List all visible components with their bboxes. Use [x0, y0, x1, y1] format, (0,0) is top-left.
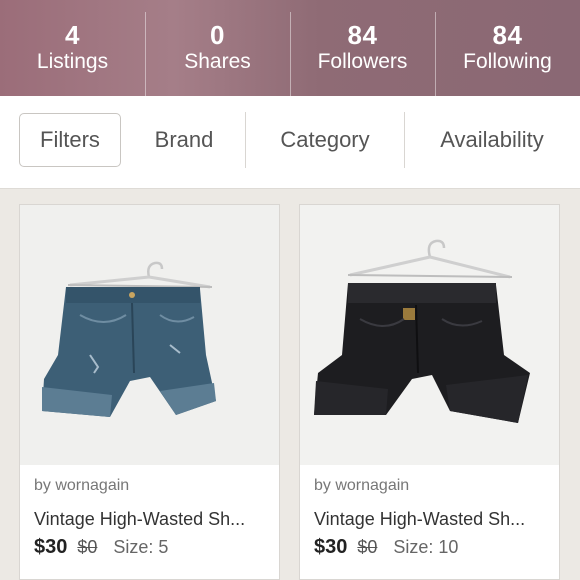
stat-label: Shares [184, 50, 251, 73]
listing-title[interactable]: Vintage High-Wasted Sh... [314, 509, 554, 530]
listing-original-price: $0 [357, 537, 378, 557]
listing-photo-black-denim-shorts[interactable] [300, 205, 559, 465]
stat-count: 4 [65, 20, 80, 50]
stat-following[interactable]: 84 Following [435, 0, 580, 96]
stat-count: 84 [347, 20, 378, 50]
listing-size: Size: 5 [113, 537, 169, 557]
listing-original-price: $0 [77, 537, 98, 557]
stat-label: Followers [317, 50, 408, 73]
stat-followers[interactable]: 84 Followers [290, 0, 435, 96]
black-denim-shorts-image [300, 205, 559, 465]
listing-title[interactable]: Vintage High-Wasted Sh... [34, 509, 274, 530]
listing-seller[interactable]: by wornagain [34, 477, 129, 495]
stat-listings[interactable]: 4 Listings [0, 0, 145, 96]
closet-stats-header: 4 Listings 0 Shares 84 Followers 84 Foll… [0, 0, 580, 96]
category-filter[interactable]: Category [246, 113, 404, 167]
listing-price: $30 [34, 536, 68, 558]
availability-filter[interactable]: Availability [404, 113, 580, 167]
stat-count: 84 [492, 20, 523, 50]
listing-card[interactable]: by wornagain Vintage High-Wasted Sh... $… [19, 204, 280, 580]
stat-label: Following [463, 50, 552, 73]
listing-photo-blue-denim-shorts[interactable] [20, 205, 279, 465]
listing-card[interactable]: by wornagain Vintage High-Wasted Sh... $… [299, 204, 560, 580]
listing-price: $30 [314, 536, 348, 558]
listing-seller[interactable]: by wornagain [314, 477, 409, 495]
stat-count: 0 [210, 20, 225, 50]
listing-price-row: $30 $0 Size: 10 [314, 536, 458, 562]
listing-size: Size: 10 [393, 537, 459, 557]
filter-bar: Filters Brand Category Availability [0, 96, 580, 189]
stat-shares[interactable]: 0 Shares [145, 0, 290, 96]
filters-button[interactable]: Filters [19, 113, 121, 167]
listing-price-row: $30 $0 Size: 5 [34, 536, 168, 562]
stat-label: Listings [36, 50, 109, 73]
blue-denim-shorts-image [20, 205, 279, 465]
closet-page: 4 Listings 0 Shares 84 Followers 84 Foll… [0, 0, 580, 580]
brand-filter[interactable]: Brand [122, 113, 246, 167]
